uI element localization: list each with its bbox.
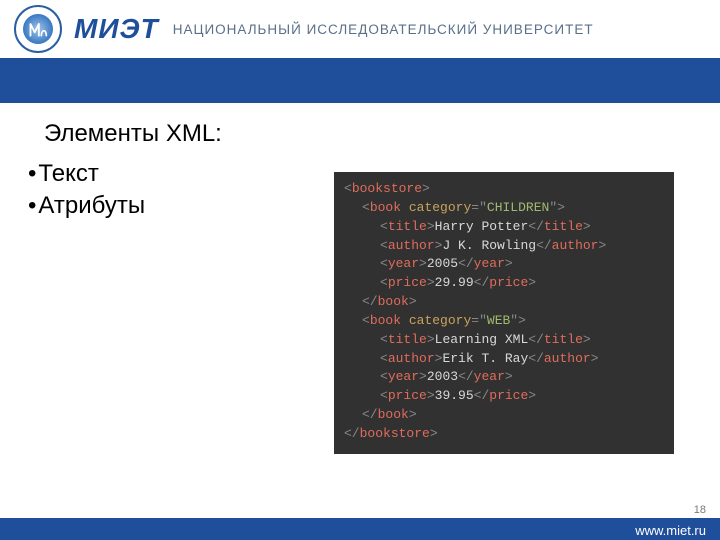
code-line: <title>Harry Potter</title> bbox=[344, 218, 664, 237]
code-line: <author>J K. Rowling</author> bbox=[344, 237, 664, 256]
code-line: </bookstore> bbox=[344, 425, 664, 444]
logo-icon bbox=[14, 5, 62, 53]
logo-text: МИЭТ bbox=[74, 13, 159, 45]
slide: МИЭТ НАЦИОНАЛЬНЫЙ ИССЛЕДОВАТЕЛЬСКИЙ УНИВ… bbox=[0, 0, 720, 540]
code-line: <bookstore> bbox=[344, 180, 664, 199]
code-sample: <bookstore><book category="CHILDREN"><ti… bbox=[334, 172, 674, 454]
code-line: <price>39.95</price> bbox=[344, 387, 664, 406]
code-line: <book category="WEB"> bbox=[344, 312, 664, 331]
header: МИЭТ НАЦИОНАЛЬНЫЙ ИССЛЕДОВАТЕЛЬСКИЙ УНИВ… bbox=[0, 0, 720, 58]
code-line: <author>Erik T. Ray</author> bbox=[344, 350, 664, 369]
code-line: <year>2003</year> bbox=[344, 368, 664, 387]
code-line: <title>Learning XML</title> bbox=[344, 331, 664, 350]
title-bar bbox=[0, 58, 720, 103]
footer-url: www.miet.ru bbox=[635, 523, 706, 538]
page-number: 18 bbox=[694, 504, 706, 516]
code-line: <price>29.99</price> bbox=[344, 274, 664, 293]
university-name: НАЦИОНАЛЬНЫЙ ИССЛЕДОВАТЕЛЬСКИЙ УНИВЕРСИТ… bbox=[173, 22, 594, 37]
code-line: </book> bbox=[344, 293, 664, 312]
code-line: </book> bbox=[344, 406, 664, 425]
slide-heading: Элементы XML: bbox=[44, 120, 700, 148]
code-line: <book category="CHILDREN"> bbox=[344, 199, 664, 218]
code-line: <year>2005</year> bbox=[344, 255, 664, 274]
footer-bar: www.miet.ru bbox=[0, 518, 720, 540]
